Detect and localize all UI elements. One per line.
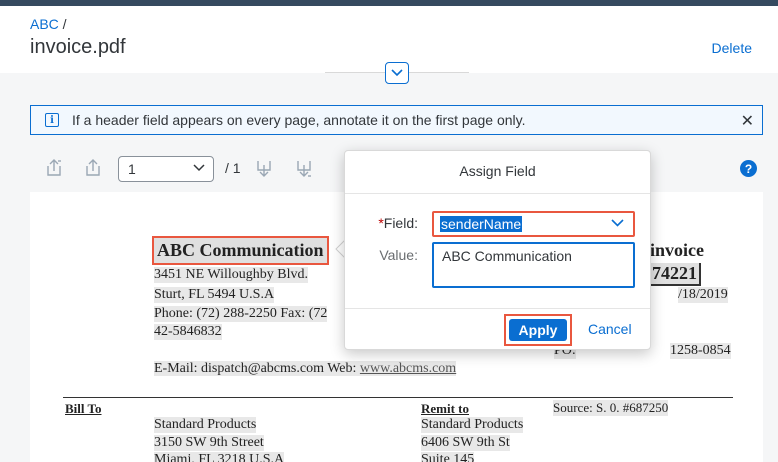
web-link: www.abcms.com xyxy=(359,361,457,376)
help-icon[interactable]: ? xyxy=(740,160,757,177)
email-web-line: E-Mail: dispatch@abcms.com Web: www.abcm… xyxy=(154,361,457,377)
field-label: *Field: xyxy=(378,215,418,231)
assign-field-dialog: Assign Field *Field: senderName Value: A… xyxy=(344,150,651,350)
dialog-title: Assign Field xyxy=(459,163,536,179)
close-icon[interactable]: ✕ xyxy=(741,111,754,131)
page-number-value: 1 xyxy=(128,161,136,177)
value-label: Value: xyxy=(379,247,418,263)
cancel-button[interactable]: Cancel xyxy=(588,321,632,337)
invoice-date: /18/2019 xyxy=(678,287,728,303)
breadcrumb: ABC / xyxy=(30,16,67,32)
remit-to-heading: Remit to xyxy=(421,401,470,416)
apply-button[interactable]: Apply xyxy=(504,314,572,346)
info-icon: i xyxy=(45,113,59,127)
bill-to-line: 3150 SW 9th Street xyxy=(154,435,264,451)
invoice-number: 74221 xyxy=(650,263,701,286)
phone-continued: 42-5846832 xyxy=(154,324,222,340)
info-message-strip: i If a header field appears on every pag… xyxy=(30,105,763,135)
previous-page-icon[interactable] xyxy=(83,158,103,178)
address-line-2: Sturt, FL 5494 U.S.A xyxy=(154,287,275,303)
first-page-icon[interactable] xyxy=(44,158,64,178)
info-message-text: If a header field appears on every page,… xyxy=(72,112,526,128)
page-total: / 1 xyxy=(225,160,241,176)
section-divider xyxy=(63,397,733,398)
delete-button[interactable]: Delete xyxy=(712,40,752,56)
bill-to-heading: Bill To xyxy=(65,401,102,416)
breadcrumb-separator: / xyxy=(58,16,67,32)
remit-to-line: Suite 145 xyxy=(421,452,475,462)
bill-to-line: Miami, FL 3218 U.S.A xyxy=(154,452,285,462)
last-page-icon[interactable] xyxy=(294,158,314,178)
chevron-down-icon xyxy=(391,69,403,77)
source-order: Source: S. 0. #687250 xyxy=(553,400,669,416)
header-divider-right xyxy=(409,72,469,73)
remit-to-line: Standard Products xyxy=(421,417,524,433)
po-value: 1258-0854 xyxy=(670,343,731,359)
field-select-value: senderName xyxy=(440,216,523,232)
field-select[interactable]: senderName xyxy=(432,211,635,237)
next-page-icon[interactable] xyxy=(254,158,274,178)
chevron-down-icon xyxy=(193,164,205,172)
dialog-header-divider xyxy=(345,193,650,194)
address-line-1: 3451 NE Willoughby Blvd. xyxy=(154,267,308,283)
apply-button-label: Apply xyxy=(509,319,567,341)
value-input[interactable]: ABC Communication xyxy=(432,242,635,288)
collapse-header-button[interactable] xyxy=(385,62,409,84)
chevron-down-icon xyxy=(611,219,624,227)
page-title: invoice.pdf xyxy=(30,36,126,58)
dialog-footer-divider xyxy=(345,308,650,309)
invoice-heading: invoice xyxy=(650,240,704,260)
bill-to-line: Standard Products xyxy=(154,417,257,433)
page-number-select[interactable]: 1 xyxy=(118,156,214,182)
header-divider-left xyxy=(325,72,385,73)
company-name-annotation[interactable]: ABC Communication xyxy=(152,236,329,265)
remit-to-line: 6406 SW 9th St xyxy=(421,435,510,451)
field-label-text: Field: xyxy=(383,215,418,231)
email-text: E-Mail: dispatch@abcms.com Web: xyxy=(154,361,360,376)
breadcrumb-link-abc[interactable]: ABC xyxy=(30,16,59,32)
phone-line: Phone: (72) 288-2250 Fax: (72 xyxy=(154,306,328,322)
